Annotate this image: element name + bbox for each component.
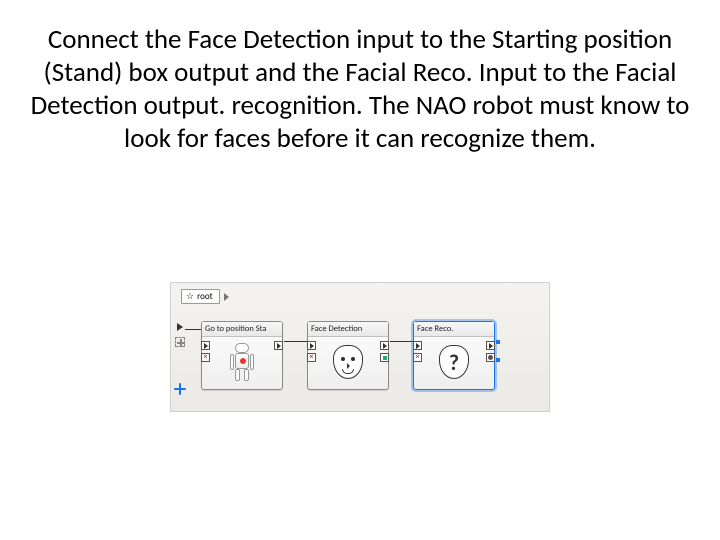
port-onstart-icon[interactable]: [201, 341, 210, 350]
breadcrumb-root-label: root: [197, 291, 213, 302]
port-onstopped-icon[interactable]: [274, 341, 283, 350]
instruction-paragraph: Connect the Face Detection input to the …: [20, 24, 700, 156]
node-title: Face Detection: [308, 322, 388, 337]
add-box-icon[interactable]: [174, 383, 186, 395]
chevron-right-icon: [224, 293, 229, 301]
node-go-to-position[interactable]: Go to position Sta: [201, 321, 283, 390]
play-start-icon[interactable]: [177, 323, 183, 331]
node-title: Go to position Sta: [202, 322, 282, 337]
canvas-left-gutter: [173, 323, 187, 395]
port-onstart-icon[interactable]: [413, 341, 422, 350]
node-output-ports: [380, 341, 389, 362]
node-input-ports: [413, 341, 422, 362]
breadcrumb-root[interactable]: ☆ root: [181, 289, 220, 304]
node-input-ports: [307, 341, 316, 362]
choregraphe-screenshot: ☆ root Go to position Sta: [170, 282, 550, 412]
port-onstopped-icon[interactable]: [380, 341, 389, 350]
node-title: Face Reco.: [414, 322, 494, 337]
port-facedetected-icon[interactable]: [380, 353, 389, 362]
node-output-ports: [274, 341, 283, 350]
port-onstopped-icon[interactable]: [486, 341, 495, 350]
port-onstop-icon[interactable]: [307, 353, 316, 362]
add-placeholder-icon[interactable]: [175, 337, 185, 347]
robot-icon: [228, 343, 256, 383]
node-face-detection[interactable]: Face Detection: [307, 321, 389, 390]
breadcrumb: ☆ root: [181, 289, 229, 304]
node-face-reco[interactable]: Face Reco. ?: [413, 321, 495, 390]
port-onstop-icon[interactable]: [413, 353, 422, 362]
face-icon: [331, 343, 365, 383]
selection-handles: [496, 340, 500, 362]
port-onstart-icon[interactable]: [307, 341, 316, 350]
flow-row: Go to position Sta: [201, 321, 495, 390]
flow-canvas: ☆ root Go to position Sta: [171, 283, 549, 411]
stickfigure-icon: ☆: [186, 291, 194, 302]
port-onstop-icon[interactable]: [201, 353, 210, 362]
face-unknown-icon: ?: [437, 343, 471, 383]
port-recognized-icon[interactable]: [486, 353, 495, 362]
node-input-ports: [201, 341, 210, 362]
node-output-ports: [486, 341, 495, 362]
